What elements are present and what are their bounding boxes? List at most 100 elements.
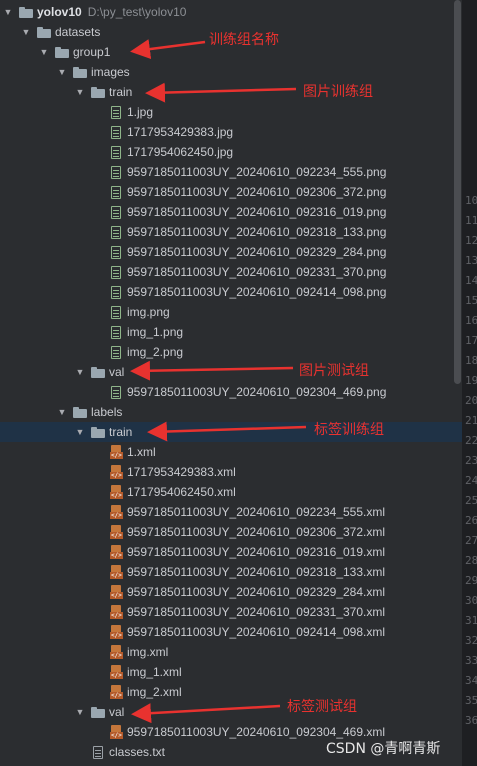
chevron-down-icon[interactable]: ▼ bbox=[20, 22, 32, 42]
tree-file-img-png[interactable]: img.png bbox=[0, 302, 462, 322]
folder-icon bbox=[54, 44, 70, 60]
tree-item-label: 9597185011003UY_20240610_092234_555.xml bbox=[127, 505, 386, 519]
chevron-down-icon[interactable]: ▼ bbox=[56, 402, 68, 422]
tree-item-label: img_2.png bbox=[127, 345, 184, 359]
tree-item-label: 9597185011003UY_20240610_092318_133.xml bbox=[127, 565, 386, 579]
line-number: 16 bbox=[465, 314, 477, 327]
tree-file-img-2-png[interactable]: img_2.png bbox=[0, 342, 462, 362]
tree-file-1-jpg[interactable]: 1.jpg bbox=[0, 102, 462, 122]
tree-scrollbar[interactable] bbox=[453, 0, 462, 766]
chevron-down-icon[interactable]: ▼ bbox=[74, 82, 86, 102]
tree-folder-val[interactable]: ▼ val bbox=[0, 702, 462, 722]
tree-item-label: 9597185011003UY_20240610_092329_284.xml bbox=[127, 585, 386, 599]
tree-file-9597185011003uy-20240610-092316-019-png[interactable]: 9597185011003UY_20240610_092316_019.png bbox=[0, 202, 462, 222]
tree-file-9597185011003uy-20240610-092304-469-png[interactable]: 9597185011003UY_20240610_092304_469.png bbox=[0, 382, 462, 402]
image-file-icon bbox=[108, 184, 124, 200]
tree-file-9597185011003uy-20240610-092414-098-xml[interactable]: 9597185011003UY_20240610_092414_098.xml bbox=[0, 622, 462, 642]
tree-file-9597185011003uy-20240610-092234-555-png[interactable]: 9597185011003UY_20240610_092234_555.png bbox=[0, 162, 462, 182]
tree-item-label: 9597185011003UY_20240610_092306_372.png bbox=[127, 185, 387, 199]
tree-item-label: 9597185011003UY_20240610_092316_019.xml bbox=[127, 545, 386, 559]
xml-file-icon bbox=[108, 484, 124, 500]
tree-file-1717953429383-xml[interactable]: 1717953429383.xml bbox=[0, 462, 462, 482]
tree-item-label: 9597185011003UY_20240610_092414_098.png bbox=[127, 285, 387, 299]
tree-item-label: 9597185011003UY_20240610_092414_098.xml bbox=[127, 625, 386, 639]
tree-file-9597185011003uy-20240610-092318-133-png[interactable]: 9597185011003UY_20240610_092318_133.png bbox=[0, 222, 462, 242]
xml-file-icon bbox=[108, 504, 124, 520]
annotation-image-train: 图片训练组 bbox=[303, 84, 373, 100]
folder-icon bbox=[72, 404, 88, 420]
tree-folder-val[interactable]: ▼ val bbox=[0, 362, 462, 382]
line-number: 21 bbox=[465, 414, 477, 427]
chevron-down-icon[interactable]: ▼ bbox=[38, 42, 50, 62]
line-number: 27 bbox=[465, 534, 477, 547]
tree-file-img-2-xml[interactable]: img_2.xml bbox=[0, 682, 462, 702]
line-number: 19 bbox=[465, 374, 477, 387]
xml-file-icon bbox=[108, 464, 124, 480]
tree-file-1717953429383-jpg[interactable]: 1717953429383.jpg bbox=[0, 122, 462, 142]
tree-file-9597185011003uy-20240610-092329-284-png[interactable]: 9597185011003UY_20240610_092329_284.png bbox=[0, 242, 462, 262]
tree-file-9597185011003uy-20240610-092329-284-xml[interactable]: 9597185011003UY_20240610_092329_284.xml bbox=[0, 582, 462, 602]
tree-item-label: 1717953429383.jpg bbox=[127, 125, 234, 139]
tree-file-9597185011003uy-20240610-092234-555-xml[interactable]: 9597185011003UY_20240610_092234_555.xml bbox=[0, 502, 462, 522]
image-file-icon bbox=[108, 164, 124, 180]
line-number: 22 bbox=[465, 434, 477, 447]
tree-file-9597185011003uy-20240610-092306-372-png[interactable]: 9597185011003UY_20240610_092306_372.png bbox=[0, 182, 462, 202]
tree-file-9597185011003uy-20240610-092306-372-xml[interactable]: 9597185011003UY_20240610_092306_372.xml bbox=[0, 522, 462, 542]
line-number: 15 bbox=[465, 294, 477, 307]
line-number: 23 bbox=[465, 454, 477, 467]
line-number: 34 bbox=[465, 674, 477, 687]
image-file-icon bbox=[108, 224, 124, 240]
xml-file-icon bbox=[108, 524, 124, 540]
xml-file-icon bbox=[108, 644, 124, 660]
tree-item-label: 9597185011003UY_20240610_092234_555.png bbox=[127, 165, 387, 179]
scrollbar-thumb[interactable] bbox=[454, 0, 461, 384]
tree-item-label: 1.xml bbox=[127, 445, 156, 459]
tree-file-9597185011003uy-20240610-092414-098-png[interactable]: 9597185011003UY_20240610_092414_098.png bbox=[0, 282, 462, 302]
tree-folder-labels[interactable]: ▼ labels bbox=[0, 402, 462, 422]
chevron-down-icon[interactable]: ▼ bbox=[74, 422, 86, 442]
tree-file-1717954062450-jpg[interactable]: 1717954062450.jpg bbox=[0, 142, 462, 162]
tree-file-9597185011003uy-20240610-092318-133-xml[interactable]: 9597185011003UY_20240610_092318_133.xml bbox=[0, 562, 462, 582]
tree-item-label: 9597185011003UY_20240610_092316_019.png bbox=[127, 205, 387, 219]
tree-folder-train[interactable]: ▼ train bbox=[0, 422, 462, 442]
chevron-down-icon[interactable]: ▼ bbox=[74, 362, 86, 382]
annotation-label-train: 标签训练组 bbox=[314, 422, 384, 438]
annotation-label-val: 标签测试组 bbox=[287, 699, 357, 715]
tree-item-label: datasets bbox=[55, 25, 101, 39]
chevron-down-icon[interactable]: ▼ bbox=[56, 62, 68, 82]
image-file-icon bbox=[108, 344, 124, 360]
text-file-icon bbox=[90, 744, 106, 760]
folder-icon bbox=[90, 84, 106, 100]
tree-file-9597185011003uy-20240610-092331-370-xml[interactable]: 9597185011003UY_20240610_092331_370.xml bbox=[0, 602, 462, 622]
image-file-icon bbox=[108, 324, 124, 340]
xml-file-icon bbox=[108, 684, 124, 700]
tree-file-img-xml[interactable]: img.xml bbox=[0, 642, 462, 662]
tree-file-1717954062450-xml[interactable]: 1717954062450.xml bbox=[0, 482, 462, 502]
folder-icon bbox=[90, 424, 106, 440]
tree-file-img-1-xml[interactable]: img_1.xml bbox=[0, 662, 462, 682]
tree-file-1-xml[interactable]: 1.xml bbox=[0, 442, 462, 462]
line-number: 14 bbox=[465, 274, 477, 287]
chevron-down-icon[interactable]: ▼ bbox=[74, 702, 86, 722]
tree-file-img-1-png[interactable]: img_1.png bbox=[0, 322, 462, 342]
tree-item-label: img_1.png bbox=[127, 325, 184, 339]
chevron-down-icon[interactable]: ▼ bbox=[2, 2, 14, 22]
tree-folder-train[interactable]: ▼ train bbox=[0, 82, 462, 102]
tree-file-9597185011003uy-20240610-092316-019-xml[interactable]: 9597185011003UY_20240610_092316_019.xml bbox=[0, 542, 462, 562]
tree-item-label: train bbox=[109, 85, 133, 99]
line-number: 28 bbox=[465, 554, 477, 567]
watermark: CSDN @青啊青斯 bbox=[326, 741, 441, 757]
image-file-icon bbox=[108, 284, 124, 300]
tree-folder-images[interactable]: ▼ images bbox=[0, 62, 462, 82]
tree-folder-yolov10[interactable]: ▼ yolov10 D:\py_test\yolov10 bbox=[0, 2, 462, 22]
tree-file-9597185011003uy-20240610-092331-370-png[interactable]: 9597185011003UY_20240610_092331_370.png bbox=[0, 262, 462, 282]
folder-icon bbox=[18, 4, 34, 20]
folder-icon bbox=[90, 364, 106, 380]
